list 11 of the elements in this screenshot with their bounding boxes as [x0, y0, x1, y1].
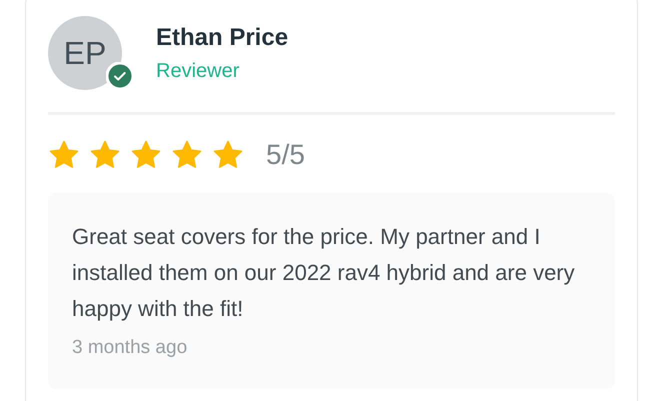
rating-score: 5/5 — [266, 139, 305, 171]
star-icon — [171, 139, 203, 171]
reviewer-name: Ethan Price — [156, 24, 288, 52]
star-icon — [48, 139, 80, 171]
reviewer-role: Reviewer — [156, 60, 240, 82]
star-icon — [212, 139, 244, 171]
avatar-initials: EP — [64, 34, 106, 72]
star-icon — [89, 139, 121, 171]
star-icon — [130, 139, 162, 171]
review-text: Great seat covers for the price. My partner and I installed them on our 2022 rav4 hybrid and are very happy with the fit! — [72, 223, 576, 323]
review-time: 3 months ago — [72, 337, 188, 359]
